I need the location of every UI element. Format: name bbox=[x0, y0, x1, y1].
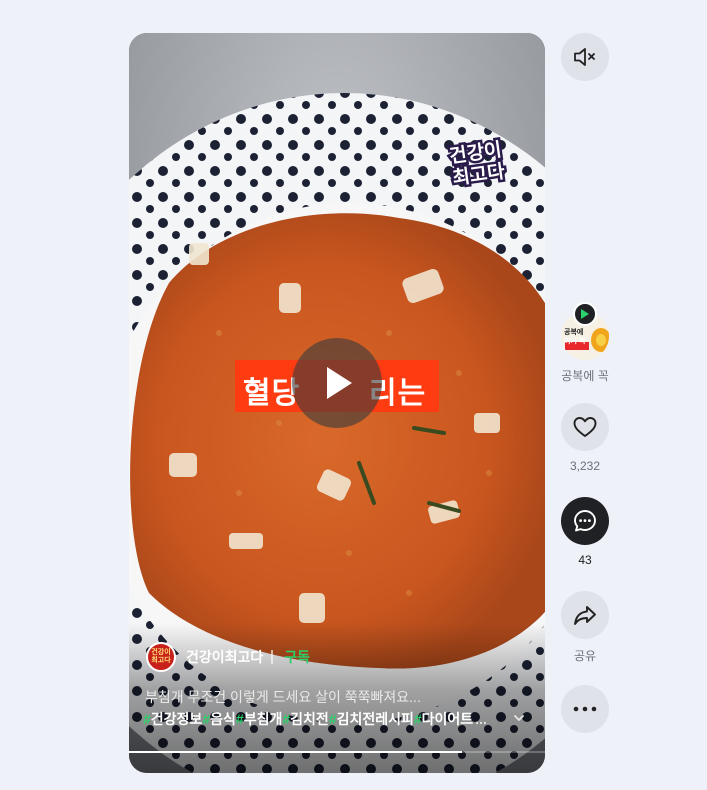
comment-button[interactable] bbox=[561, 497, 609, 545]
share-action: 공유 bbox=[561, 591, 609, 664]
play-button[interactable] bbox=[292, 338, 382, 428]
play-icon bbox=[327, 367, 352, 399]
heart-icon bbox=[573, 417, 597, 437]
like-action: 3,232 bbox=[561, 403, 609, 473]
comment-action: 43 bbox=[561, 497, 609, 567]
subscribe-button[interactable]: 구독 bbox=[284, 647, 310, 667]
comment-icon bbox=[574, 510, 596, 532]
comment-count: 43 bbox=[578, 553, 592, 567]
share-icon bbox=[574, 606, 596, 625]
separator bbox=[271, 650, 274, 664]
hashtag-link[interactable]: 다이어트 bbox=[422, 711, 474, 727]
share-label: 공유 bbox=[573, 649, 597, 663]
mute-circle[interactable] bbox=[561, 33, 609, 81]
channel-avatar[interactable]: 건강이 최고다 bbox=[146, 642, 176, 672]
progress-fill bbox=[129, 751, 462, 753]
channel-name[interactable]: 건강이최고다 bbox=[186, 647, 263, 667]
hashtag-symbol: # bbox=[202, 711, 211, 727]
avatar-text-1: 건강이 bbox=[151, 649, 171, 656]
hashtag-symbol: # bbox=[143, 711, 151, 727]
hashtag-symbol: # bbox=[282, 711, 291, 727]
video-description[interactable]: 부침개 무조건 이렇게 드세요 살이 쭉쭉빠져요... bbox=[145, 687, 421, 707]
hashtag-symbol: # bbox=[235, 711, 244, 727]
hashtag-link[interactable]: 김치전 bbox=[290, 711, 329, 727]
more-action bbox=[561, 685, 609, 733]
volume-mute-icon bbox=[574, 48, 595, 66]
mute-button[interactable] bbox=[561, 33, 609, 81]
play-badge bbox=[573, 302, 597, 326]
like-button[interactable] bbox=[561, 403, 609, 451]
chevron-down-icon[interactable] bbox=[512, 711, 526, 725]
more-button[interactable] bbox=[561, 685, 609, 733]
video-progress-bar[interactable] bbox=[129, 751, 545, 753]
hashtag-link[interactable]: 김치전레시피 bbox=[337, 711, 414, 727]
next-video-thumbnail[interactable]: 공복에 이거 먹 bbox=[561, 302, 609, 360]
play-icon bbox=[581, 309, 589, 319]
hashtag-list: #건강정보#음식#부침개#김치전#김치전레시피#다이어트... bbox=[143, 709, 487, 729]
hashtag-symbol: # bbox=[413, 711, 422, 727]
thumb-text-2: 이거 먹 bbox=[564, 338, 586, 345]
channel-row: 건강이 최고다 건강이최고다 구독 bbox=[146, 641, 310, 673]
channel-sticker: 건강이 최고다 bbox=[446, 137, 509, 192]
hashtag-link[interactable]: 건강정보 bbox=[151, 711, 203, 727]
like-count: 3,232 bbox=[569, 459, 601, 473]
hashtag-symbol: # bbox=[328, 711, 337, 727]
next-video-label[interactable]: 공복에 꼭 bbox=[548, 367, 622, 384]
thumb-text-1: 공복에 bbox=[564, 329, 584, 336]
hashtag-link[interactable]: 부침개 bbox=[244, 711, 283, 727]
hashtag-link[interactable]: 음식 bbox=[210, 711, 236, 727]
hashtags-overflow: ... bbox=[475, 711, 487, 727]
avatar-text-2: 최고다 bbox=[151, 657, 171, 664]
more-horizontal-icon bbox=[573, 706, 597, 712]
share-button[interactable] bbox=[561, 591, 609, 639]
